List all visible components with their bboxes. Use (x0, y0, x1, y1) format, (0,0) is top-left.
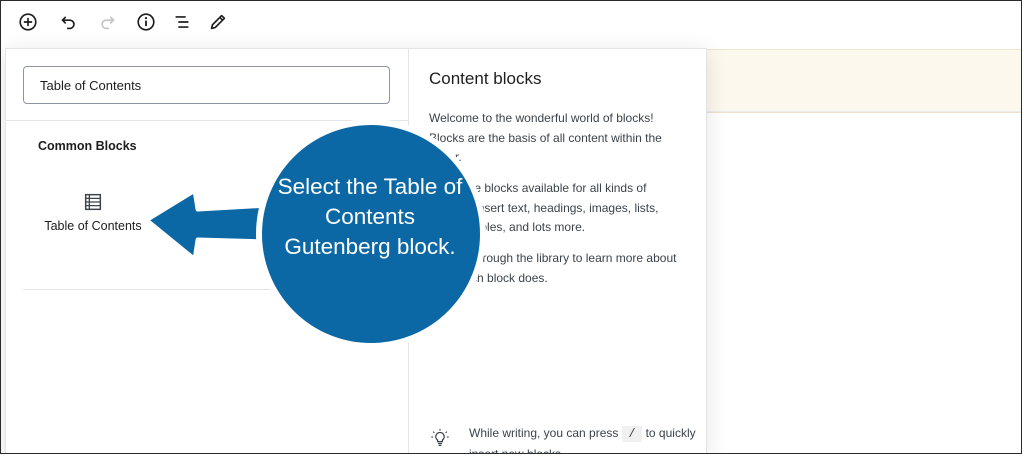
plus-circle-icon (19, 13, 37, 31)
undo-button[interactable] (55, 9, 81, 35)
slash-key: / (622, 426, 642, 442)
editor-divider (706, 111, 1021, 112)
help-paragraph: Welcome to the wonderful world of blocks… (429, 111, 662, 164)
block-item-table-of-contents[interactable]: Table of Contents (30, 181, 156, 261)
block-item-label: Table of Contents (44, 219, 142, 233)
table-of-contents-icon (84, 193, 102, 211)
tools-button[interactable] (205, 9, 231, 35)
help-panel-title: Content blocks (429, 69, 542, 88)
tip-text-before: While writing, you can press (469, 426, 619, 440)
add-block-button[interactable] (15, 9, 41, 35)
pencil-icon (210, 14, 226, 30)
category-heading: Common Blocks (38, 139, 137, 153)
list-outline-icon (175, 16, 189, 28)
info-icon (137, 13, 155, 31)
undo-icon (61, 16, 75, 30)
editor-toolbar (1, 1, 1021, 43)
block-navigation-button[interactable] (169, 9, 195, 35)
search-divider (6, 120, 408, 121)
editor-notice-strip (706, 49, 1021, 113)
inserter-tip: While writing, you can press / to quickly … (429, 421, 699, 453)
redo-icon (101, 16, 115, 30)
redo-button[interactable] (95, 9, 121, 35)
tip-text: While writing, you can press / to quickly … (469, 423, 699, 453)
category-separator (23, 289, 391, 290)
content-structure-button[interactable] (133, 9, 159, 35)
callout-text: Select the Table of Contents Gutenberg b… (277, 174, 463, 259)
block-search-input[interactable] (23, 66, 390, 104)
editor-frame: Common Blocks Table of Contents Content … (0, 0, 1022, 454)
lightbulb-icon (431, 428, 449, 446)
